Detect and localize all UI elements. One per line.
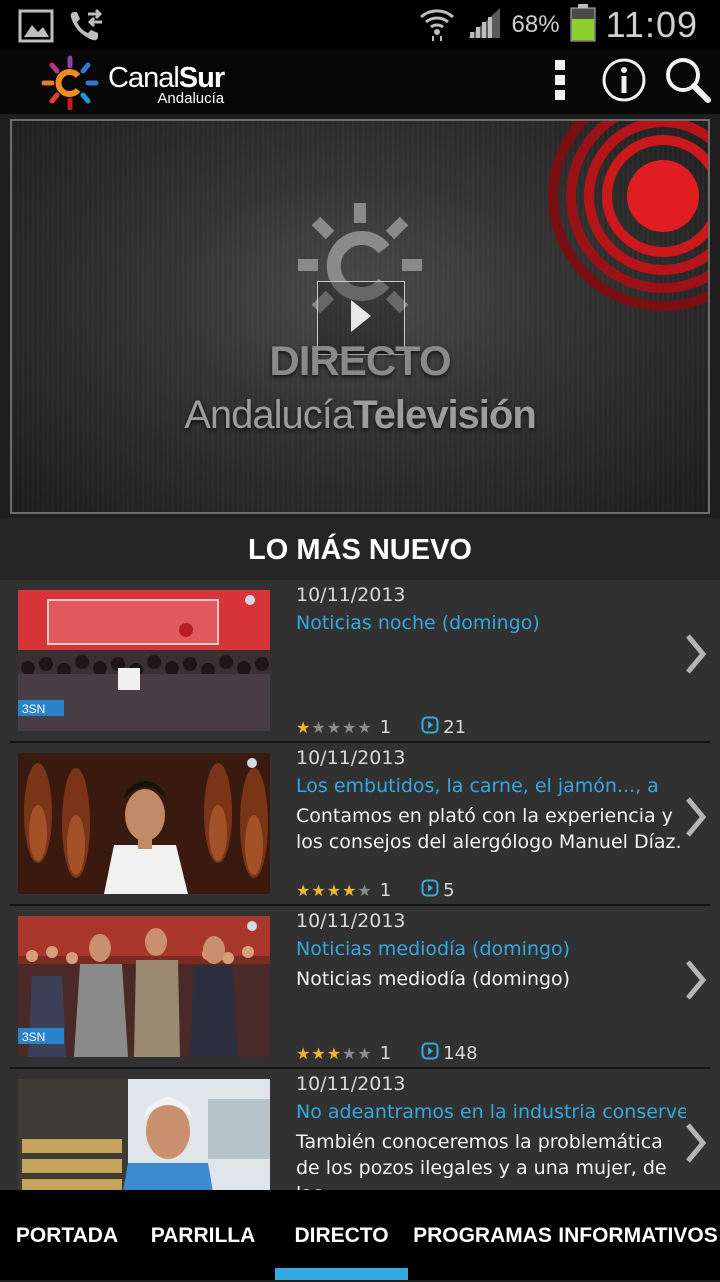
item-meta: ★ ★ ★ ★ ★ 1 148 <box>296 1042 478 1065</box>
live-rings-graphic <box>548 121 708 315</box>
chevron-right-icon[interactable] <box>682 1121 708 1169</box>
star-icon: ★ <box>326 1043 342 1063</box>
views-count: 5 <box>443 880 455 901</box>
star-icon: ★ <box>342 717 357 737</box>
tab-directo[interactable]: DIRECTO <box>275 1190 408 1280</box>
search-icon <box>664 56 712 108</box>
signal-icon <box>466 6 502 44</box>
item-description: Contamos en plató con la experiencia y l… <box>296 805 682 853</box>
tab-portada[interactable]: PORTADA <box>0 1190 134 1280</box>
list-item[interactable]: 3SN 10/11/2013 Noticias mediodía (doming… <box>0 906 720 1069</box>
item-title[interactable]: Los embutidos, la carne, el jamón..., a <box>296 775 686 797</box>
item-date: 10/11/2013 <box>296 1073 406 1095</box>
video-thumbnail: 3SN <box>18 916 270 1057</box>
item-title[interactable]: No adeantramos en la industria conserver… <box>296 1101 686 1123</box>
rating-count: 1 <box>379 880 392 901</box>
views-icon <box>421 716 439 739</box>
views-count: 21 <box>443 717 467 738</box>
app-bar: CanalSur Andalucía <box>0 50 720 114</box>
channel-name-bold: Televisión <box>353 393 537 437</box>
list-item[interactable]: 10/11/2013 No adeantramos en la industri… <box>0 1069 720 1190</box>
rating-stars: ★ ★ ★ ★ ★ <box>296 1043 372 1063</box>
tab-parrilla[interactable]: PARRILLA <box>134 1190 272 1280</box>
star-icon: ★ <box>357 717 372 737</box>
video-thumbnail <box>18 753 270 894</box>
views-icon <box>421 1042 439 1065</box>
bottom-nav: PORTADA PARRILLA DIRECTO PROGRAMAS INFOR… <box>0 1190 720 1280</box>
search-button[interactable] <box>662 56 714 108</box>
star-icon: ★ <box>342 880 357 900</box>
battery-icon <box>570 4 596 46</box>
channel-name-light: Andalucía <box>184 393 354 437</box>
item-meta: ★ ★ ★ ★ ★ 1 5 <box>296 879 455 902</box>
canalsur-sun-icon <box>40 54 100 116</box>
star-icon: ★ <box>357 880 372 900</box>
item-title[interactable]: Noticias mediodía (domingo) <box>296 938 686 960</box>
item-meta: ★ ★ ★ ★ ★ 1 21 <box>296 716 466 739</box>
star-icon: ★ <box>296 717 311 737</box>
video-list[interactable]: 3SN 10/11/2013 Noticias noche (domingo) … <box>0 580 720 1190</box>
chevron-right-icon[interactable] <box>682 632 708 680</box>
list-item[interactable]: 10/11/2013 Los embutidos, la carne, el j… <box>0 743 720 906</box>
star-icon: ★ <box>296 1043 311 1063</box>
star-icon: ★ <box>357 1043 372 1063</box>
play-icon <box>349 298 373 338</box>
rating-stars: ★ ★ ★ ★ ★ <box>296 717 372 737</box>
item-description: También conoceremos la problemática de l… <box>296 1131 667 1190</box>
overflow-menu-button[interactable] <box>534 56 586 108</box>
live-label: DIRECTO <box>269 337 451 384</box>
tab-informativos[interactable]: INFORMATIVOS <box>556 1190 720 1280</box>
item-title[interactable]: Noticias noche (domingo) <box>296 612 686 634</box>
section-title: LO MÁS NUEVO <box>0 518 720 580</box>
item-date: 10/11/2013 <box>296 584 406 606</box>
channel-name: AndalucíaTelevisión <box>12 393 708 438</box>
live-player[interactable]: DIRECTO AndalucíaTelevisión <box>10 119 710 514</box>
clock: 11:09 <box>605 4 698 45</box>
video-thumbnail <box>18 1079 270 1190</box>
info-button[interactable] <box>598 56 650 108</box>
star-icon: ★ <box>326 880 342 900</box>
battery-percent: 68% <box>511 11 560 38</box>
active-tab-indicator <box>275 1268 408 1280</box>
views-icon <box>421 879 439 902</box>
video-thumbnail: 3SN <box>18 590 270 731</box>
chevron-right-icon[interactable] <box>682 958 708 1006</box>
star-icon: ★ <box>326 717 342 737</box>
star-icon: ★ <box>296 880 311 900</box>
star-icon: ★ <box>311 717 326 737</box>
list-item[interactable]: 3SN 10/11/2013 Noticias noche (domingo) … <box>0 580 720 743</box>
chevron-right-icon[interactable] <box>682 795 708 843</box>
svg-text:3SN: 3SN <box>22 702 45 716</box>
tab-programas[interactable]: PROGRAMAS <box>410 1190 555 1280</box>
canalsur-logo[interactable]: CanalSur Andalucía <box>40 54 225 116</box>
item-date: 10/11/2013 <box>296 747 406 769</box>
item-description: Noticias mediodía (domingo) <box>296 968 571 990</box>
image-notification-icon <box>18 9 54 47</box>
rating-stars: ★ ★ ★ ★ ★ <box>296 880 372 900</box>
star-icon: ★ <box>342 1043 357 1063</box>
rating-count: 1 <box>379 1043 392 1064</box>
status-bar: 68% 11:09 <box>0 0 720 50</box>
call-forward-icon <box>68 8 106 48</box>
overflow-menu-icon <box>553 58 567 106</box>
views-count: 148 <box>443 1043 478 1064</box>
rating-count: 1 <box>379 717 392 738</box>
wifi-icon <box>418 4 456 46</box>
item-date: 10/11/2013 <box>296 910 406 932</box>
star-icon: ★ <box>311 880 326 900</box>
info-icon <box>601 57 647 107</box>
star-icon: ★ <box>311 1043 326 1063</box>
svg-text:3SN: 3SN <box>22 1030 45 1044</box>
